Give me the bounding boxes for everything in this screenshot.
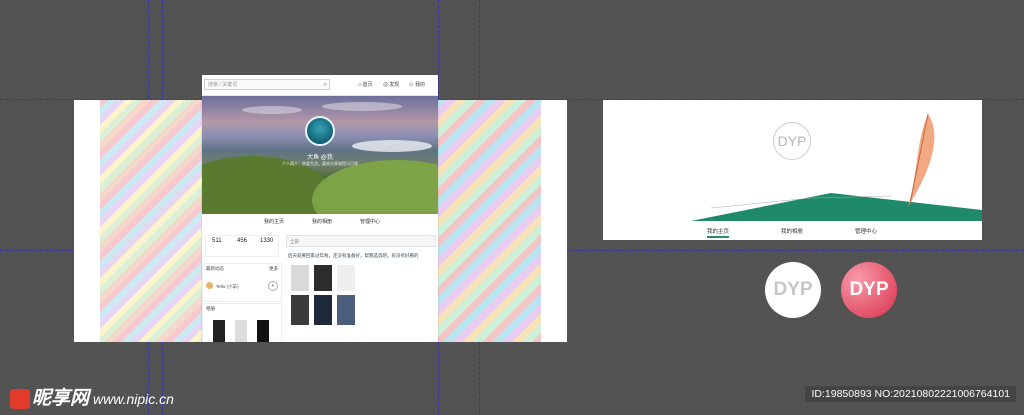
avatar bbox=[206, 282, 213, 289]
tab-home[interactable]: 我的主页 bbox=[264, 218, 284, 225]
search-input[interactable]: 搜索 / 关键词 ⌕ bbox=[204, 79, 330, 90]
nipic-logo-icon bbox=[10, 388, 30, 409]
add-icon[interactable]: + bbox=[268, 281, 278, 291]
tab-album[interactable]: 我的相册 bbox=[781, 227, 803, 235]
logo-red: DYP bbox=[841, 262, 897, 318]
profile-tabs: 我的主页 我的相册 管理中心 bbox=[202, 215, 438, 229]
sidebar-more-link[interactable]: 更多 bbox=[269, 266, 278, 272]
pastel-stripes-left bbox=[100, 100, 204, 342]
tab-manage[interactable]: 管理中心 bbox=[855, 227, 877, 235]
logo-text: DYP bbox=[773, 279, 813, 300]
discover-icon: ◎ bbox=[383, 82, 389, 88]
nav-user[interactable]: ☺我的 bbox=[408, 80, 425, 90]
logo-text: DYP bbox=[777, 133, 807, 149]
profile-mockup: 搜索 / 关键词 ⌕ ⌂首页 ◎发现 ☺我的 大鱼 @我 个人简介：热爱生活，喜… bbox=[202, 75, 438, 342]
tab-manage[interactable]: 管理中心 bbox=[360, 218, 380, 225]
nav-discover[interactable]: ◎发现 bbox=[383, 80, 399, 90]
stat-value[interactable]: 1330 bbox=[260, 238, 273, 244]
tab-album[interactable]: 我的相册 bbox=[312, 218, 332, 225]
stat-value[interactable]: 511 bbox=[212, 238, 222, 244]
watermark-url: www.nipic.cn bbox=[93, 391, 174, 407]
image-id-label: ID:19850893 NO:20210802221006764101 bbox=[805, 386, 1016, 402]
logo-white: DYP bbox=[765, 262, 821, 318]
watermark: 昵享网 www.nipic.cn bbox=[10, 383, 174, 410]
nav-label: 首页 bbox=[362, 82, 373, 88]
post-text: 后天就要回家过年啦，还没有准备好，帮我选选吧，有没有好看的 bbox=[288, 253, 419, 258]
nav-home[interactable]: ⌂首页 bbox=[358, 80, 373, 90]
nav-label: 我的 bbox=[415, 82, 426, 88]
stats-panel: 511 456 1330 bbox=[205, 235, 279, 257]
album-title: 相册 bbox=[206, 306, 215, 311]
avatar[interactable] bbox=[305, 116, 335, 146]
profile-name: 大鱼 @我 bbox=[307, 155, 333, 161]
watermark-brand: 昵享网 bbox=[32, 388, 90, 409]
nav-label: 发现 bbox=[389, 82, 400, 88]
logo-text: DYP bbox=[849, 279, 889, 300]
sidebar-card: 最新动态 更多 Tello (小羊) + bbox=[202, 263, 282, 302]
feed-filter-label: 全部 bbox=[290, 239, 299, 244]
top-bar: 搜索 / 关键词 ⌕ ⌂首页 ◎发现 ☺我的 bbox=[202, 75, 438, 96]
tab-home[interactable]: 我的主页 bbox=[707, 227, 730, 238]
user-icon: ☺ bbox=[408, 82, 415, 88]
stat-value[interactable]: 456 bbox=[237, 238, 247, 244]
feed-panel: 全部 后天就要回家过年啦，还没有准备好，帮我选选吧，有没有好看的 bbox=[286, 235, 436, 342]
search-icon[interactable]: ⌕ bbox=[324, 80, 327, 91]
sidebar-title: 最新动态 bbox=[206, 266, 224, 271]
profile-banner: 大鱼 @我 个人简介：热爱生活，喜欢分享穿搭与日常 bbox=[202, 96, 438, 214]
sidebar-item-label[interactable]: Tello (小羊) bbox=[216, 284, 239, 290]
search-placeholder: 搜索 / 关键词 bbox=[208, 82, 238, 88]
feed-filter-select[interactable]: 全部 bbox=[286, 235, 436, 247]
right-header-card: DYP 我的主页 我的相册 管理中心 bbox=[603, 100, 982, 240]
feather-pen-icon bbox=[908, 113, 935, 207]
pastel-stripes-right bbox=[437, 100, 541, 342]
album-card: 相册 bbox=[202, 303, 282, 342]
home-icon: ⌂ bbox=[358, 82, 362, 88]
profile-description: 个人简介：热爱生活，喜欢分享穿搭与日常 bbox=[282, 161, 358, 166]
logo: DYP bbox=[773, 122, 811, 160]
